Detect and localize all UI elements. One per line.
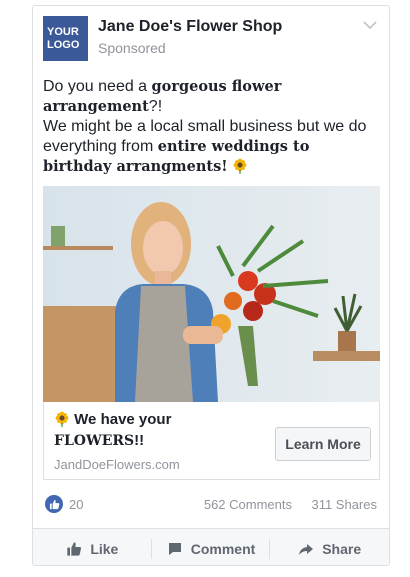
share-button[interactable]: Share: [270, 529, 389, 565]
ad-image[interactable]: [43, 186, 380, 402]
share-arrow-icon: [299, 543, 314, 555]
headline-text-3: !!: [134, 432, 145, 449]
like-count[interactable]: 20: [69, 497, 83, 512]
sunflower-icon: [233, 158, 247, 174]
link-preview[interactable]: We have your FLOWERS!! JandDoeFlowers.co…: [43, 402, 380, 480]
page-name-link[interactable]: Jane Doe's Flower Shop: [98, 18, 282, 36]
engagement-stats: 20 562 Comments 311 Shares: [45, 495, 377, 515]
post-message: Do you need a gorgeous flower arrangemen…: [43, 77, 379, 177]
thumbs-up-icon: [67, 541, 82, 556]
florist-photo: [43, 186, 380, 402]
headline-text-2: FLOWERS: [54, 433, 135, 449]
like-reaction-icon[interactable]: [45, 495, 63, 513]
post-header: YOUR LOGO Jane Doe's Flower Shop Sponsor…: [43, 16, 379, 62]
ad-headline: We have your FLOWERS!!: [54, 409, 274, 452]
post-text-2: ?!: [148, 98, 163, 115]
comments-count[interactable]: 562 Comments: [204, 497, 292, 512]
comment-icon: [168, 542, 181, 555]
comment-button[interactable]: Comment: [152, 529, 271, 565]
share-label: Share: [322, 540, 362, 557]
learn-more-button[interactable]: Learn More: [275, 427, 371, 461]
like-label: Like: [90, 540, 119, 557]
logo-line-1: YOUR: [47, 25, 79, 38]
action-bar: Like Comment Share: [33, 528, 389, 565]
logo-line-2: LOGO: [47, 38, 80, 51]
headline-text-1: We have your: [74, 411, 172, 428]
page-logo[interactable]: YOUR LOGO: [43, 16, 88, 61]
like-button[interactable]: Like: [33, 529, 152, 565]
sponsored-post-card: YOUR LOGO Jane Doe's Flower Shop Sponsor…: [32, 5, 390, 566]
shares-count[interactable]: 311 Shares: [311, 497, 377, 512]
post-text-1: Do you need a: [43, 78, 152, 95]
chevron-down-icon[interactable]: [363, 20, 377, 30]
link-domain: JandDoeFlowers.com: [54, 457, 180, 472]
sunflower-icon: [55, 411, 69, 427]
sponsored-label[interactable]: Sponsored: [98, 40, 166, 56]
comment-label: Comment: [190, 540, 256, 557]
